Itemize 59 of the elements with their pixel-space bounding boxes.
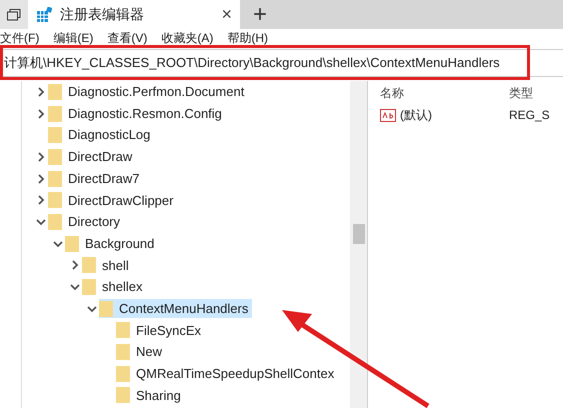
tree-item[interactable]: ContextMenuHandlers (99, 298, 252, 318)
column-header[interactable]: 类型 (509, 84, 533, 102)
tree-item[interactable]: DirectDraw7 (48, 168, 144, 188)
tab-title: 注册表编辑器 (60, 5, 145, 24)
string-value-icon (380, 108, 396, 122)
chevron-right-icon[interactable] (36, 195, 46, 206)
tree-item[interactable]: Sharing (116, 386, 185, 406)
folder-icon (82, 257, 96, 274)
folder-icon (116, 322, 130, 338)
chevron-right-icon[interactable] (36, 86, 46, 97)
folder-icon (99, 300, 113, 317)
tree-item[interactable]: FileSyncEx (116, 320, 206, 340)
scrollbar[interactable] (350, 81, 368, 408)
folder-icon (48, 192, 62, 208)
chevron-right-icon[interactable] (36, 174, 46, 184)
folder-icon (82, 279, 96, 296)
tree-item[interactable]: QMRealTimeSpeedupShellContex (116, 364, 338, 384)
menu-item[interactable]: 收藏夹(A) (161, 29, 214, 47)
tree-item[interactable]: Directory (48, 212, 124, 232)
windows-icon[interactable] (7, 8, 21, 20)
menu-item[interactable]: 查看(V) (107, 29, 148, 47)
tree-item[interactable]: DiagnosticLog (48, 125, 154, 145)
folder-icon (48, 214, 62, 230)
close-tab-button[interactable]: × (221, 1, 232, 28)
chevron-right-icon[interactable] (36, 108, 46, 119)
folder-icon (65, 236, 79, 252)
chevron-down-icon[interactable] (36, 216, 46, 227)
folder-icon (116, 344, 130, 360)
scrollbar-thumb[interactable] (353, 224, 365, 244)
folder-icon (48, 148, 62, 165)
value-type: REG_S (509, 107, 550, 124)
column-header[interactable]: 名称 (380, 84, 509, 102)
chevron-down-icon[interactable] (70, 282, 80, 292)
chevron-right-icon[interactable] (36, 152, 46, 162)
tree-item[interactable]: DirectDrawClipper (48, 190, 178, 210)
chevron-down-icon[interactable] (53, 238, 63, 249)
tree-item[interactable]: New (116, 342, 166, 362)
tree-item[interactable]: Background (65, 234, 158, 254)
folder-icon (116, 387, 130, 404)
new-tab-button[interactable]: + (240, 0, 280, 29)
folder-icon (48, 84, 62, 100)
menu-item[interactable]: 文件(F) (0, 29, 40, 47)
folder-icon (116, 366, 130, 382)
address-path[interactable]: 计算机\HKEY_CLASSES_ROOT\Directory\Background\shellex\ContextMenuHandlers (4, 53, 500, 73)
menu-item[interactable]: 帮助(H) (227, 29, 268, 47)
registry-icon (36, 6, 52, 22)
app-tab[interactable]: 注册表编辑器 × (28, 0, 240, 29)
tree-item[interactable]: Diagnostic.Perfmon.Document (48, 82, 248, 102)
tree-item[interactable]: shell (82, 256, 133, 276)
tree-item[interactable]: Diagnostic.Resmon.Config (48, 104, 226, 124)
tree-item[interactable]: DirectDraw (48, 147, 136, 167)
folder-icon (48, 106, 62, 122)
folder-icon (48, 170, 62, 187)
chevron-right-icon[interactable] (70, 260, 80, 270)
menu-item[interactable]: 编辑(E) (53, 29, 94, 47)
tree-item[interactable]: shellex (82, 277, 146, 297)
folder-icon (48, 127, 62, 144)
value-name[interactable]: (默认) (400, 106, 432, 124)
chevron-down-icon[interactable] (87, 304, 97, 314)
